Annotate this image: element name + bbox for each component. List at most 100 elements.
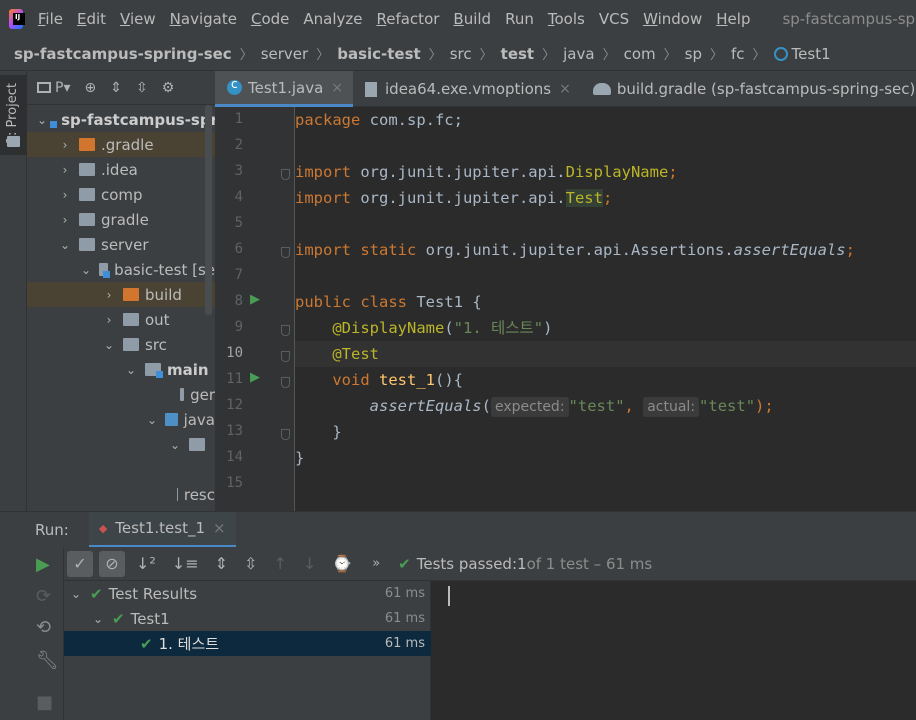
tab-test1-java[interactable]: Test1.java ×: [215, 71, 354, 107]
chevron-down-icon[interactable]: ⌄: [169, 438, 181, 452]
close-icon[interactable]: ×: [213, 519, 226, 537]
chevron-down-icon[interactable]: ⌄: [81, 263, 91, 277]
expand-all-icon[interactable]: ⇕: [215, 554, 228, 573]
project-tool-button[interactable]: 1: Project: [0, 75, 27, 155]
collapse-all-icon[interactable]: ⇳: [244, 554, 257, 573]
folder-icon: [99, 263, 111, 278]
chevron-right-icon[interactable]: ›: [59, 163, 71, 177]
tree-item[interactable]: resc: [27, 482, 215, 507]
chevron-down-icon[interactable]: ⌄: [37, 113, 47, 127]
menu-view[interactable]: View: [120, 10, 156, 28]
fold-marker-icon[interactable]: [281, 429, 290, 440]
next-test-icon[interactable]: ↓: [303, 554, 316, 573]
chevron-right-icon[interactable]: ›: [103, 313, 115, 327]
chevron-right-icon[interactable]: ›: [59, 213, 71, 227]
sort-by-duration-icon[interactable]: ↓≡: [172, 554, 199, 573]
close-icon[interactable]: ×: [559, 81, 571, 97]
check-icon: ✔: [112, 609, 125, 628]
tree-item[interactable]: › .idea: [27, 157, 215, 182]
rerun-icon[interactable]: ▶: [36, 554, 50, 575]
tree-item[interactable]: ger: [27, 382, 215, 407]
keyword: import: [295, 163, 361, 181]
tree-item[interactable]: › .gradle: [27, 132, 215, 157]
tree-item[interactable]: › comp: [27, 182, 215, 207]
text-caret: [448, 586, 450, 606]
previous-test-icon[interactable]: ↑: [273, 554, 286, 573]
project-scrollbar[interactable]: [205, 105, 212, 315]
menu-run[interactable]: Run: [505, 10, 534, 28]
menu-refactor[interactable]: Refactor: [376, 10, 439, 28]
fold-marker-icon[interactable]: [281, 169, 290, 180]
tree-item[interactable]: › build: [27, 282, 215, 307]
menu-file[interactable]: File: [38, 10, 63, 28]
chevron-down-icon[interactable]: ⌄: [103, 338, 115, 352]
tree-item[interactable]: ⌄ src: [27, 332, 215, 357]
tree-item[interactable]: ⌄ server: [27, 232, 215, 257]
close-icon[interactable]: ×: [331, 80, 343, 96]
test-row[interactable]: ⌄ ✔ Test1 61 ms: [64, 606, 431, 631]
crumb-project[interactable]: sp-fastcampus-spring-sec: [14, 45, 232, 63]
crumb-basic-test[interactable]: basic-test: [337, 45, 421, 63]
run-tab[interactable]: ◆ Test1.test_1 ×: [88, 511, 236, 548]
menu-code[interactable]: Code: [251, 10, 289, 28]
chevron-down-icon[interactable]: ⌄: [70, 587, 82, 601]
menu-tools[interactable]: Tools: [548, 10, 585, 28]
tree-item[interactable]: ⌄ java: [27, 407, 215, 432]
tree-item[interactable]: › gradle: [27, 207, 215, 232]
run-test-icon[interactable]: ▶: [250, 370, 260, 385]
chevron-down-icon[interactable]: ⌄: [147, 413, 157, 427]
menu-edit[interactable]: Edit: [77, 10, 106, 28]
stop-icon[interactable]: ■: [36, 692, 53, 713]
locate-icon[interactable]: ⊕: [84, 80, 96, 96]
crumb-server[interactable]: server: [261, 45, 308, 63]
console-output[interactable]: [431, 581, 916, 720]
chevron-right-icon[interactable]: ›: [59, 138, 71, 152]
crumb-test1[interactable]: Test1: [792, 45, 831, 63]
code-editor[interactable]: package com.sp.fc; import org.junit.jupi…: [295, 107, 916, 511]
fold-marker-icon[interactable]: [281, 351, 290, 362]
menu-navigate[interactable]: Navigate: [170, 10, 237, 28]
gear-icon[interactable]: ⚙: [162, 80, 175, 96]
more-icon[interactable]: »: [372, 556, 380, 571]
menu-window[interactable]: Window: [643, 10, 702, 28]
chevron-right-icon[interactable]: ›: [103, 288, 115, 302]
menu-build[interactable]: Build: [453, 10, 491, 28]
tree-item[interactable]: ⌄: [27, 432, 215, 457]
crumb-fc[interactable]: fc: [731, 45, 745, 63]
tree-item[interactable]: ⌄ main: [27, 357, 215, 382]
tree-item[interactable]: ⌄ sp-fastcampus-spri: [27, 107, 215, 132]
menu-analyze[interactable]: Analyze: [303, 10, 362, 28]
wrench-icon[interactable]: 🔧︎: [36, 650, 59, 671]
crumb-sp[interactable]: sp: [685, 45, 702, 63]
menu-help[interactable]: Help: [716, 10, 750, 28]
fold-marker-icon[interactable]: [281, 247, 290, 258]
fold-marker-icon[interactable]: [281, 325, 290, 336]
menu-vcs[interactable]: VCS: [599, 10, 629, 28]
chevron-right-icon[interactable]: ›: [59, 188, 71, 202]
chevron-down-icon[interactable]: ⌄: [59, 238, 71, 252]
history-icon[interactable]: ⌚: [332, 554, 352, 573]
chevron-down-icon[interactable]: ⌄: [125, 363, 137, 377]
run-test-icon[interactable]: ▶: [250, 292, 260, 307]
rerun-failed-icon[interactable]: ⟳: [36, 586, 51, 607]
sort-alphabetically-icon[interactable]: ↓²: [136, 554, 156, 573]
tab-build-gradle[interactable]: build.gradle (sp-fastcampus-spring-sec) …: [581, 71, 916, 107]
show-passed-icon[interactable]: ✓: [67, 550, 93, 577]
crumb-java[interactable]: java: [563, 45, 594, 63]
crumb-test[interactable]: test: [501, 45, 534, 63]
tree-item[interactable]: › out: [27, 307, 215, 332]
show-ignored-icon[interactable]: ⊘: [99, 550, 125, 577]
expand-all-icon[interactable]: ⇕: [110, 80, 122, 96]
chevron-down-icon[interactable]: ⌄: [92, 612, 104, 626]
test-row[interactable]: ⌄ ✔ Test Results 61 ms: [64, 581, 431, 606]
code-line: import org.junit.jupiter.api.Test;: [295, 185, 916, 211]
fold-marker-icon[interactable]: [281, 377, 290, 388]
project-view-dropdown[interactable]: P▾: [37, 80, 70, 96]
test-row-selected[interactable]: ✔ 1. 테스트 61 ms: [64, 631, 431, 656]
tree-item[interactable]: ⌄ basic-test [se: [27, 257, 215, 282]
collapse-all-icon[interactable]: ⇳: [136, 80, 148, 96]
crumb-src[interactable]: src: [450, 45, 472, 63]
crumb-com[interactable]: com: [624, 45, 656, 63]
toggle-auto-test-icon[interactable]: ⟲: [36, 617, 51, 638]
tab-vmoptions[interactable]: idea64.exe.vmoptions ×: [353, 71, 581, 107]
